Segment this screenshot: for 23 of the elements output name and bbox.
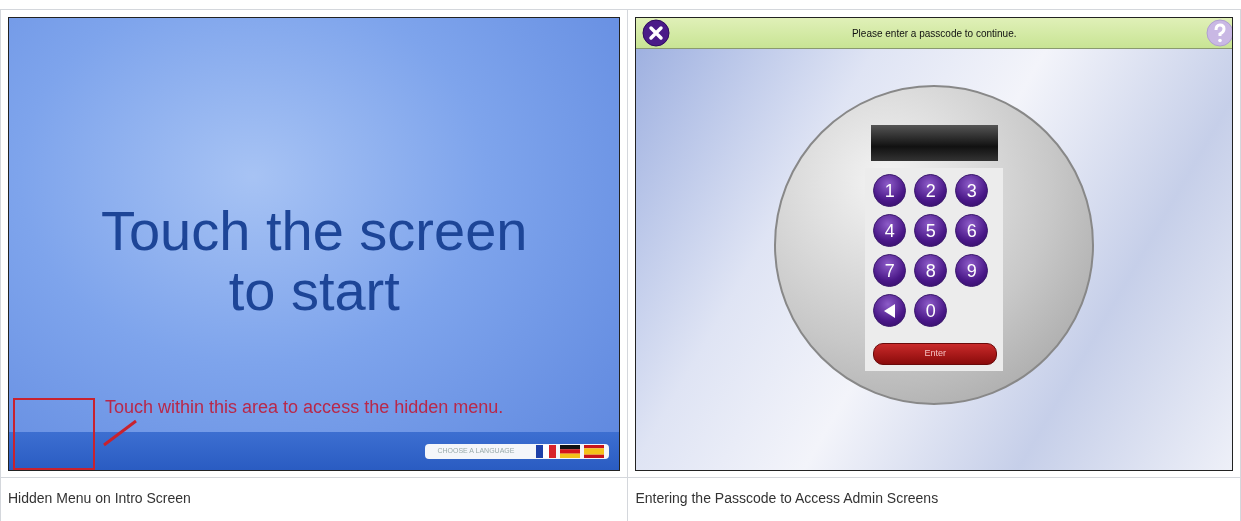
annotation-text: Touch within this area to access the hidden menu. xyxy=(105,396,504,419)
headline: Touch the screen to start xyxy=(99,201,529,322)
digit-key[interactable]: 4 xyxy=(873,214,907,247)
flag-icon xyxy=(560,445,581,458)
help-icon xyxy=(1206,19,1232,47)
close-icon xyxy=(642,19,671,47)
close-button[interactable] xyxy=(642,19,671,47)
digit-key[interactable]: 8 xyxy=(914,254,948,287)
digit-key[interactable]: 2 xyxy=(914,174,948,207)
digit-key[interactable]: 1 xyxy=(873,174,907,207)
prompt-text: Please enter a passcode to continue. xyxy=(851,26,1017,41)
digit-key[interactable]: 6 xyxy=(955,214,989,247)
digit-key[interactable]: 9 xyxy=(955,254,989,287)
digit-key[interactable]: 5 xyxy=(914,214,948,247)
caption: Hidden Menu on Intro Screen xyxy=(8,490,191,506)
backspace-key[interactable] xyxy=(873,294,907,327)
enter-button[interactable]: Enter xyxy=(873,343,998,365)
digit-key[interactable]: 7 xyxy=(873,254,907,287)
caption: Entering the Passcode to Access Admin Screens xyxy=(635,490,939,506)
digit-key[interactable]: 0 xyxy=(914,294,948,327)
flag-icon xyxy=(584,445,605,458)
digit-key[interactable]: 3 xyxy=(955,174,989,207)
passcode-display[interactable] xyxy=(870,125,998,161)
